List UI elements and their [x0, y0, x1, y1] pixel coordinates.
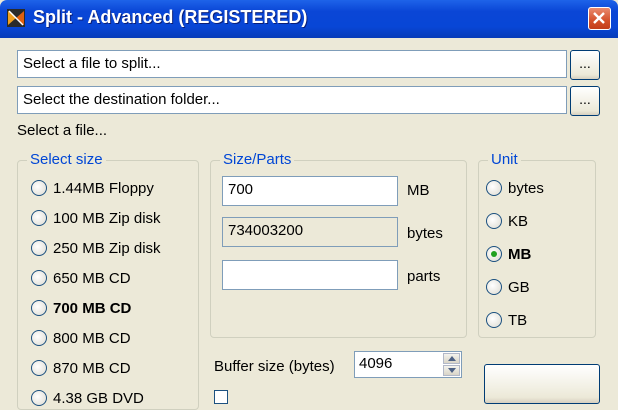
bytes-field: 734003200 — [222, 217, 398, 247]
app-icon — [7, 9, 25, 27]
radio-label: 100 MB Zip disk — [53, 210, 161, 227]
radio-button[interactable] — [31, 300, 47, 316]
split-button[interactable] — [484, 364, 600, 404]
radio-label: 870 MB CD — [53, 360, 131, 377]
spin-down-button[interactable] — [443, 365, 460, 376]
radio-button[interactable] — [486, 246, 502, 262]
radio-label: 800 MB CD — [53, 330, 131, 347]
close-icon — [593, 12, 605, 24]
radio-label: 700 MB CD — [53, 300, 132, 317]
size-parts-legend: Size/Parts — [220, 151, 295, 169]
radio-label: bytes — [508, 180, 544, 197]
radio-label: GB — [508, 279, 530, 296]
size-input[interactable]: 700 — [222, 176, 398, 206]
destination-input[interactable]: Select the destination folder... — [17, 86, 567, 114]
radio-label: 250 MB Zip disk — [53, 240, 161, 257]
radio-label: MB — [508, 246, 532, 263]
radio-button[interactable] — [31, 180, 47, 196]
size-unit-label: MB — [407, 182, 430, 199]
radio-button[interactable] — [31, 360, 47, 376]
buffer-size-value[interactable]: 4096 — [359, 352, 392, 376]
status-text: Select a file... — [17, 122, 108, 139]
radio-label: 4.38 GB DVD — [53, 390, 144, 407]
close-button[interactable] — [588, 7, 611, 30]
parts-input[interactable] — [222, 260, 398, 290]
client-area: Select a file to split... ... Select the… — [4, 38, 612, 410]
radio-button[interactable] — [486, 213, 502, 229]
radio-label: TB — [508, 312, 528, 329]
spin-up-button[interactable] — [443, 353, 460, 364]
chevron-up-icon — [448, 356, 456, 361]
unit-legend: Unit — [488, 151, 521, 169]
radio-button[interactable] — [31, 210, 47, 226]
browse-folder-button[interactable]: ... — [570, 86, 600, 116]
window-title: Split - Advanced (REGISTERED) — [33, 7, 308, 27]
radio-label: 650 MB CD — [53, 270, 131, 287]
radio-button[interactable] — [31, 330, 47, 346]
buffer-size-spinner[interactable]: 4096 — [354, 351, 462, 378]
radio-label: 1.44MB Floppy — [53, 180, 154, 197]
radio-button[interactable] — [486, 279, 502, 295]
radio-button[interactable] — [486, 312, 502, 328]
title-bar[interactable]: Split - Advanced (REGISTERED) — [0, 0, 618, 38]
unit-group: Unit bytes KB MB GB TB — [478, 151, 596, 338]
split-window: Split - Advanced (REGISTERED) Select a f… — [0, 0, 618, 410]
bytes-unit-label: bytes — [407, 225, 443, 242]
radio-button[interactable] — [31, 240, 47, 256]
radio-label: KB — [508, 213, 529, 230]
parts-unit-label: parts — [407, 268, 441, 285]
file-input[interactable]: Select a file to split... — [17, 50, 567, 78]
select-size-group: Select size 1.44MB Floppy 100 MB Zip dis… — [17, 151, 199, 410]
chevron-down-icon — [448, 368, 456, 373]
browse-file-button[interactable]: ... — [570, 50, 600, 80]
size-parts-group: Size/Parts 700 MB 734003200 bytes parts — [210, 151, 467, 338]
select-size-legend: Select size — [27, 151, 106, 169]
radio-button[interactable] — [31, 270, 47, 286]
buffer-size-label: Buffer size (bytes) — [214, 358, 335, 375]
radio-button[interactable] — [31, 390, 47, 406]
option-checkbox[interactable] — [214, 390, 228, 404]
radio-button[interactable] — [486, 180, 502, 196]
